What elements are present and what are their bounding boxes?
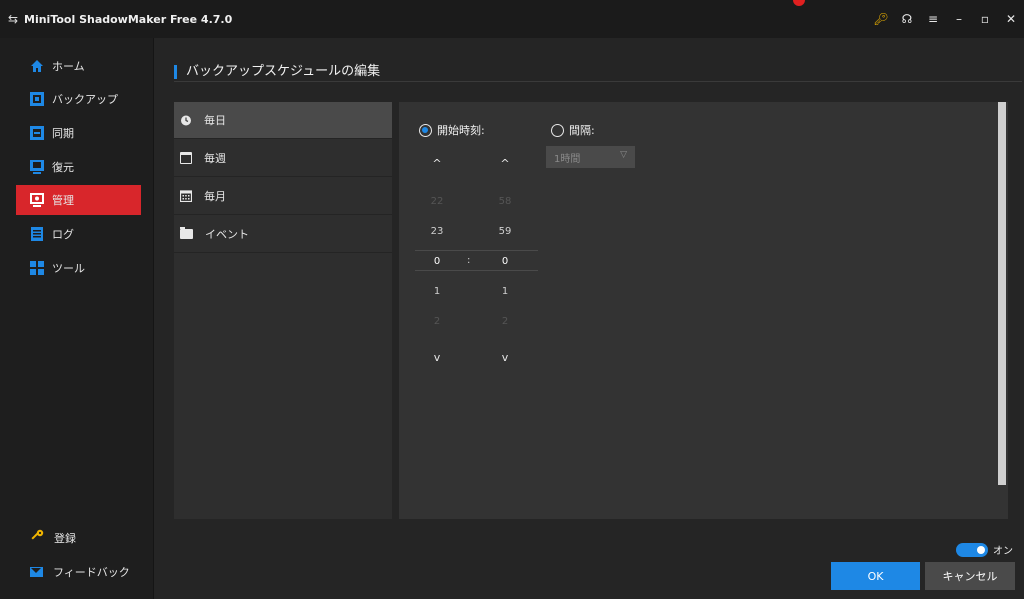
calendar-month-icon <box>179 190 193 203</box>
sidebar-item-label: フィードバック <box>53 566 130 579</box>
sidebar-item-home[interactable]: ホーム <box>16 51 141 81</box>
title-bar: ⇆ MiniTool ShadowMaker Free 4.7.0 🔑︎ ☊ ≡… <box>0 0 1024 38</box>
tools-icon <box>30 261 44 275</box>
backup-icon <box>30 92 44 106</box>
sidebar-item-label: ホーム <box>52 60 85 73</box>
log-icon <box>30 227 44 241</box>
minimize-icon[interactable]: – <box>946 0 972 38</box>
app-logo-icon: ⇆ <box>7 12 19 26</box>
sidebar-item-label: 登録 <box>54 532 76 545</box>
minute-down-button[interactable]: v <box>475 342 535 372</box>
sidebar-item-feedback[interactable]: フィードバック <box>16 557 141 587</box>
minute-value[interactable]: 58 <box>475 186 535 216</box>
minute-value[interactable]: 59 <box>475 216 535 246</box>
interval-label: 間隔: <box>569 124 595 137</box>
toggle-switch[interactable] <box>956 542 988 557</box>
frequency-label: イベント <box>205 228 249 241</box>
main-content: バックアップスケジュールの編集 毎日 毎週 毎月 イベント 開始時刻: 間隔: … <box>153 38 1024 599</box>
start-time-radio[interactable]: 開始時刻: <box>419 122 485 138</box>
menu-icon[interactable]: ≡ <box>920 0 946 38</box>
schedule-options-panel: 開始時刻: 間隔: 1時間 ▽ ^ 22 23 0 1 2 v : ^ 58 5… <box>399 102 1008 519</box>
sidebar-item-manage[interactable]: 管理 <box>16 185 141 215</box>
sidebar-item-log[interactable]: ログ <box>16 219 141 249</box>
time-separator: : <box>467 255 471 266</box>
key-icon <box>30 529 44 547</box>
toggle-label: オン <box>993 546 1013 557</box>
maximize-icon[interactable]: ▫ <box>972 0 998 38</box>
sidebar-item-label: ツール <box>52 262 85 275</box>
minute-current[interactable]: 0 <box>475 246 535 276</box>
close-icon[interactable]: ✕ <box>998 0 1024 38</box>
sync-icon <box>30 126 44 140</box>
folder-icon <box>180 227 193 239</box>
sidebar-item-tools[interactable]: ツール <box>16 253 141 283</box>
interval-value: 1時間 <box>554 153 581 165</box>
cancel-button[interactable]: キャンセル <box>925 562 1015 590</box>
window-controls: 🔑︎ ☊ ≡ – ▫ ✕ <box>868 0 1024 38</box>
mail-icon <box>30 567 43 577</box>
radio-unchecked-icon <box>551 123 564 137</box>
frequency-label: 毎日 <box>204 114 226 127</box>
page-title: バックアップスケジュールの編集 <box>174 65 380 79</box>
ok-button[interactable]: OK <box>831 562 920 590</box>
home-icon <box>30 59 44 73</box>
sidebar-item-label: 同期 <box>52 127 74 140</box>
hour-down-button[interactable]: v <box>407 342 467 372</box>
sidebar-item-sync[interactable]: 同期 <box>16 118 141 148</box>
sidebar-item-label: バックアップ <box>52 93 118 106</box>
sidebar: ホーム バックアップ 同期 復元 管理 ログ ツール 登録 フィードバック <box>0 38 153 599</box>
hour-up-button[interactable]: ^ <box>407 148 467 178</box>
sidebar-item-label: 管理 <box>52 194 74 207</box>
scrollbar[interactable] <box>998 102 1006 485</box>
app-window: ⇆ MiniTool ShadowMaker Free 4.7.0 🔑︎ ☊ ≡… <box>0 0 1024 599</box>
app-title: MiniTool ShadowMaker Free 4.7.0 <box>24 12 233 26</box>
minute-value[interactable]: 1 <box>475 276 535 306</box>
clock-icon <box>180 114 192 126</box>
minute-value[interactable]: 2 <box>475 306 535 336</box>
interval-radio[interactable]: 間隔: <box>551 122 595 138</box>
sidebar-item-register[interactable]: 登録 <box>16 523 141 553</box>
sidebar-item-restore[interactable]: 復元 <box>16 152 141 182</box>
interval-dropdown[interactable]: 1時間 ▽ <box>546 146 635 168</box>
key-icon[interactable]: 🔑︎ <box>868 0 894 38</box>
hour-value[interactable]: 22 <box>407 186 467 216</box>
hour-value[interactable]: 1 <box>407 276 467 306</box>
frequency-label: 毎月 <box>204 190 226 203</box>
calendar-week-icon <box>180 152 192 164</box>
frequency-monthly[interactable]: 毎月 <box>174 178 392 215</box>
headset-icon[interactable]: ☊ <box>894 0 920 38</box>
frequency-daily[interactable]: 毎日 <box>174 102 392 139</box>
sidebar-item-label: ログ <box>52 228 74 241</box>
schedule-toggle[interactable]: オン <box>956 542 1013 557</box>
sidebar-item-backup[interactable]: バックアップ <box>16 84 141 114</box>
manage-icon <box>30 193 44 207</box>
sidebar-item-label: 復元 <box>52 161 74 174</box>
hour-value[interactable]: 23 <box>407 216 467 246</box>
frequency-label: 毎週 <box>204 152 226 165</box>
frequency-list: 毎日 毎週 毎月 イベント <box>174 102 392 519</box>
minute-up-button[interactable]: ^ <box>475 148 535 178</box>
start-time-label: 開始時刻: <box>437 124 485 137</box>
chevron-down-icon: ▽ <box>620 150 627 160</box>
hour-value[interactable]: 2 <box>407 306 467 336</box>
frequency-event[interactable]: イベント <box>174 216 392 253</box>
restore-icon <box>30 160 44 174</box>
radio-checked-icon <box>419 123 432 137</box>
frequency-weekly[interactable]: 毎週 <box>174 140 392 177</box>
title-divider <box>174 81 1022 82</box>
